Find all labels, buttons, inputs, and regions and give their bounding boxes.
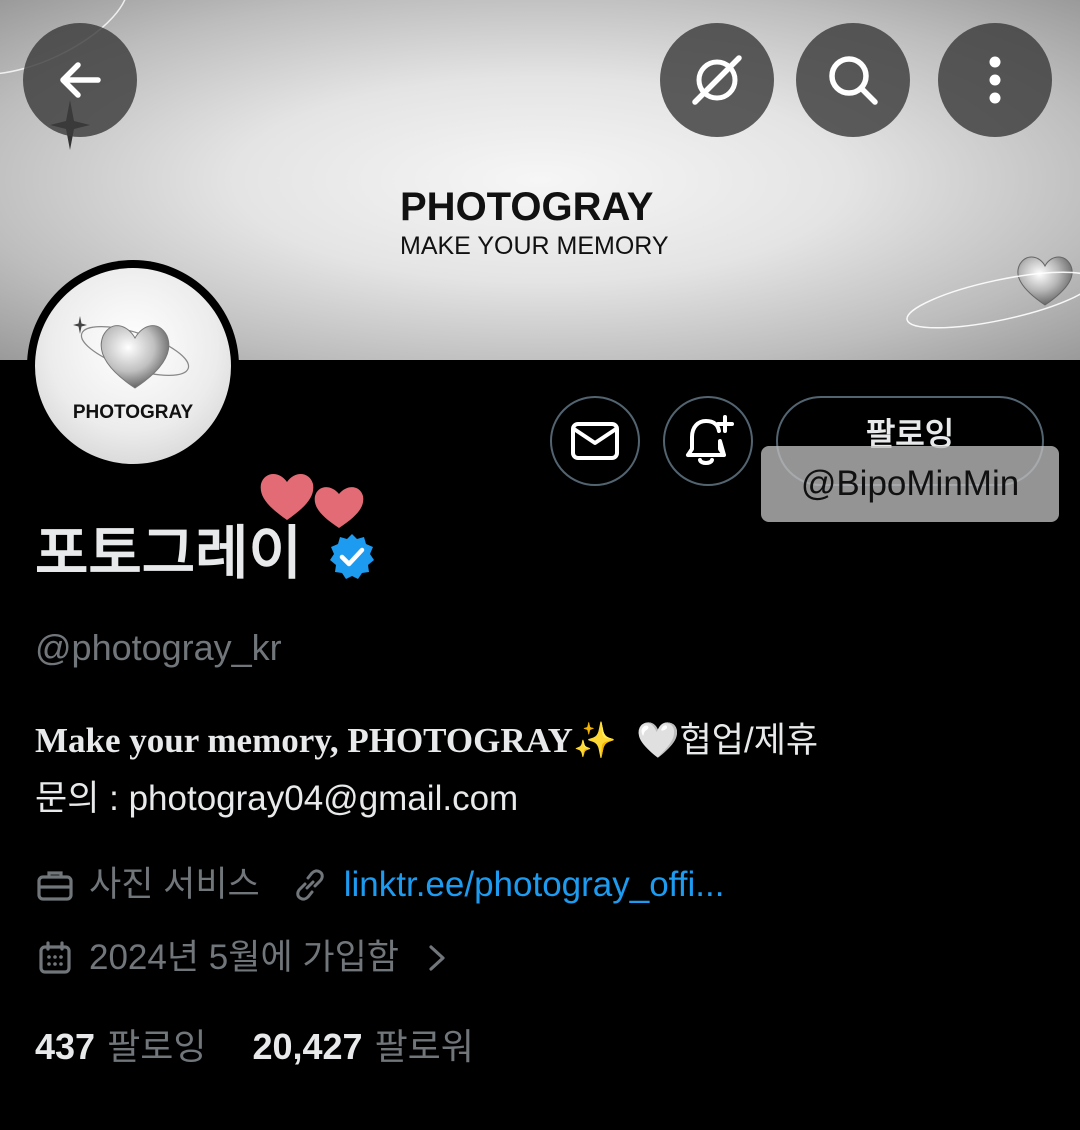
message-button[interactable] xyxy=(550,396,640,486)
followers-stat[interactable]: 20,427 팔로워 xyxy=(252,1022,473,1072)
sparkles-emoji: ✨ xyxy=(572,721,617,760)
followers-label: 팔로워 xyxy=(374,1026,474,1067)
more-vertical-icon xyxy=(989,56,1001,104)
chrome-heart-icon xyxy=(80,325,190,389)
bio-line-1: Make your memory, PHOTOGRAY✨ 🤍협업/제휴 xyxy=(35,712,1045,770)
profile-meta-row: 사진 서비스 linktr.ee/photogray_offi... xyxy=(35,860,724,910)
white-heart-emoji: 🤍 xyxy=(636,721,680,760)
bell-plus-icon xyxy=(686,415,734,465)
bio-line-2: 문의 : photogray04@gmail.com xyxy=(35,779,519,818)
search-icon xyxy=(829,56,878,105)
following-label: 팔로잉 xyxy=(107,1026,207,1067)
notifications-button[interactable] xyxy=(663,396,753,486)
link-icon xyxy=(290,865,330,905)
following-stat[interactable]: 437 팔로잉 xyxy=(35,1022,206,1072)
category-label: 사진 서비스 xyxy=(89,865,260,904)
briefcase-icon xyxy=(35,865,75,905)
avatar-label: PHOTOGRAY xyxy=(72,402,194,423)
calendar-icon xyxy=(35,938,75,978)
handle: @photogray_kr xyxy=(35,627,282,668)
arrow-left-icon xyxy=(60,62,101,98)
orbit-decoration xyxy=(906,271,1080,329)
display-name: 포토그레이 xyxy=(35,521,302,586)
banner-subtitle: MAKE YOUR MEMORY xyxy=(400,232,669,260)
joined-row[interactable]: 2024년 5월에 가입함 xyxy=(35,933,471,983)
avatar[interactable]: PHOTOGRAY xyxy=(27,260,239,472)
search-button[interactable] xyxy=(796,23,910,137)
follow-stats: 437 팔로잉 20,427 팔로워 xyxy=(35,1022,474,1072)
bio: Make your memory, PHOTOGRAY✨ 🤍협업/제휴 문의 :… xyxy=(35,712,1045,828)
chevron-right-icon xyxy=(417,938,457,978)
joined-date: 2024년 5월에 가입함 xyxy=(89,938,399,977)
banner-title: PHOTOGRAY xyxy=(400,185,654,229)
back-button[interactable] xyxy=(23,23,137,137)
following-count: 437 xyxy=(35,1026,96,1067)
profile-link[interactable]: linktr.ee/photogray_offi... xyxy=(344,860,725,910)
bio-text: Make your memory, PHOTOGRAY xyxy=(35,721,573,760)
slashed-circle-icon xyxy=(692,55,742,105)
mail-icon xyxy=(571,422,619,460)
watermark: @BipoMinMin xyxy=(761,446,1059,522)
grok-button[interactable] xyxy=(660,23,774,137)
verified-badge-icon[interactable] xyxy=(327,532,377,582)
followers-count: 20,427 xyxy=(252,1026,363,1067)
bio-text: 협업/제휴 xyxy=(679,721,819,760)
banner-brand: PHOTOGRAY MAKE YOUR MEMORY xyxy=(400,185,680,261)
sparkle-icon xyxy=(73,316,87,334)
more-button[interactable] xyxy=(938,23,1052,137)
